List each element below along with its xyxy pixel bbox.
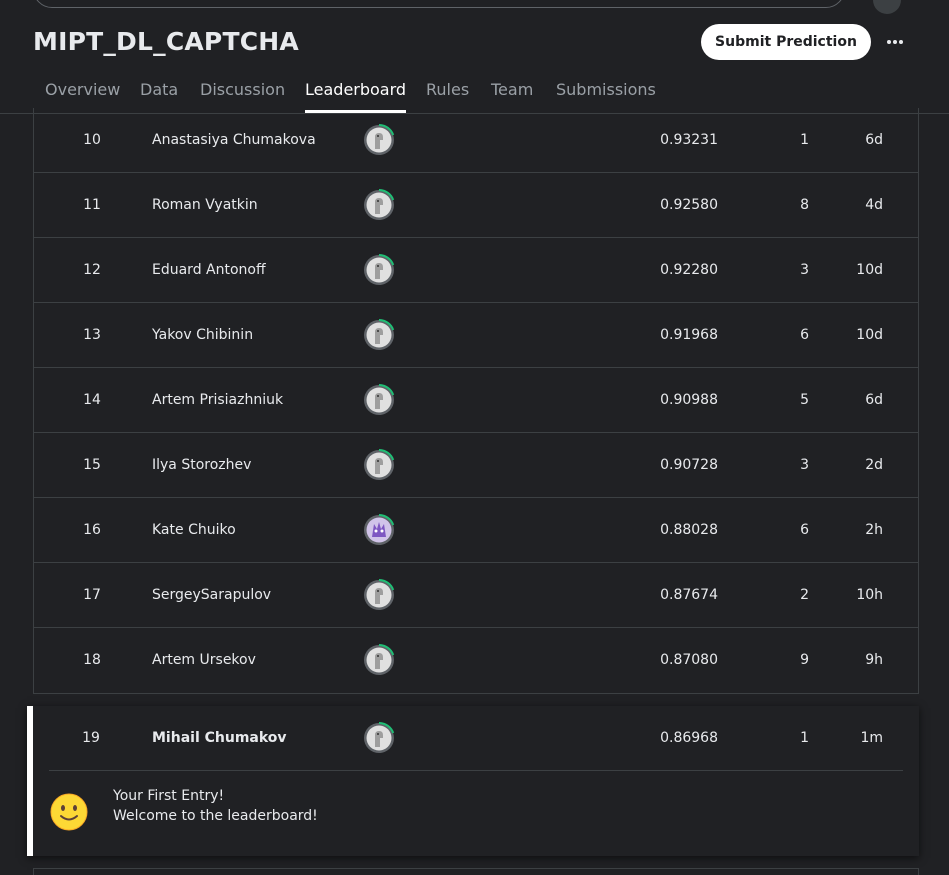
novice-avatar-icon[interactable]: [363, 319, 395, 351]
table-row: 17 SergeySarapulov 0.87674 2 10h: [34, 563, 918, 628]
leaderboard-table: 10 Anastasiya Chumakova 0.93231 1 6d 11 …: [33, 108, 919, 694]
rank-cell: 15: [83, 457, 101, 473]
my-entry-row: 19 Mihail Chumakov 0.86968 1 1m: [33, 706, 919, 770]
search-bar[interactable]: [33, 0, 845, 8]
last-submission-cell: 1m: [860, 730, 883, 746]
last-submission-cell: 6d: [865, 132, 883, 148]
score-cell: 0.88028: [660, 522, 718, 538]
rank-cell: 19: [82, 730, 100, 746]
rank-cell: 17: [83, 587, 101, 603]
rank-cell: 18: [83, 652, 101, 668]
table-row: 15 Ilya Storozhev 0.90728 3 2d: [34, 433, 918, 498]
table-row: 18 Artem Ursekov 0.87080 9 9h: [34, 628, 918, 693]
entries-cell: 1: [800, 730, 809, 746]
last-submission-cell: 4d: [865, 197, 883, 213]
team-name[interactable]: Roman Vyatkin: [152, 173, 352, 237]
smiley-face-icon: [50, 793, 88, 831]
team-name[interactable]: Eduard Antonoff: [152, 238, 352, 302]
next-row-edge: [33, 868, 919, 875]
last-submission-cell: 2d: [865, 457, 883, 473]
team-name[interactable]: Artem Prisiazhniuk: [152, 368, 352, 432]
team-name[interactable]: Kate Chuiko: [152, 498, 352, 562]
team-name[interactable]: Anastasiya Chumakova: [152, 108, 352, 172]
team-name[interactable]: Mihail Chumakov: [152, 706, 352, 770]
team-name[interactable]: Ilya Storozhev: [152, 433, 352, 497]
rank-cell: 10: [83, 132, 101, 148]
last-submission-cell: 6d: [865, 392, 883, 408]
team-name[interactable]: Yakov Chibinin: [152, 303, 352, 367]
table-row: 13 Yakov Chibinin 0.91968 6 10d: [34, 303, 918, 368]
entries-cell: 5: [800, 392, 809, 408]
novice-avatar-icon[interactable]: [363, 189, 395, 221]
competition-title: MIPT_DL_CAPTCHA: [33, 27, 299, 56]
entries-cell: 6: [800, 327, 809, 343]
table-row: 12 Eduard Antonoff 0.92280 3 10d: [34, 238, 918, 303]
novice-avatar-icon[interactable]: [363, 579, 395, 611]
rank-cell: 12: [83, 262, 101, 278]
score-cell: 0.91968: [660, 327, 718, 343]
submit-prediction-button[interactable]: Submit Prediction: [701, 24, 871, 60]
novice-avatar-icon[interactable]: [363, 644, 395, 676]
purple-avatar-icon[interactable]: [363, 514, 395, 546]
entries-cell: 3: [800, 457, 809, 473]
first-entry-subtitle: Welcome to the leaderboard!: [113, 808, 318, 824]
table-row: 16 Kate Chuiko 0.88028 6 2h: [34, 498, 918, 563]
entries-cell: 9: [800, 652, 809, 668]
last-submission-cell: 2h: [865, 522, 883, 538]
novice-avatar-icon[interactable]: [363, 124, 395, 156]
entries-cell: 3: [800, 262, 809, 278]
rank-cell: 13: [83, 327, 101, 343]
last-submission-cell: 10h: [856, 587, 883, 603]
novice-avatar-icon[interactable]: [363, 722, 395, 754]
first-entry-title: Your First Entry!: [113, 788, 225, 804]
team-name[interactable]: Artem Ursekov: [152, 628, 352, 692]
novice-avatar-icon[interactable]: [363, 254, 395, 286]
novice-avatar-icon[interactable]: [363, 384, 395, 416]
score-cell: 0.87080: [660, 652, 718, 668]
score-cell: 0.92280: [660, 262, 718, 278]
entries-cell: 1: [800, 132, 809, 148]
score-cell: 0.93231: [660, 132, 718, 148]
rank-cell: 11: [83, 197, 101, 213]
user-avatar[interactable]: [873, 0, 901, 14]
team-name[interactable]: SergeySarapulov: [152, 563, 352, 627]
last-submission-cell: 10d: [856, 327, 883, 343]
last-submission-cell: 10d: [856, 262, 883, 278]
score-cell: 0.90728: [660, 457, 718, 473]
entries-cell: 8: [800, 197, 809, 213]
score-cell: 0.92580: [660, 197, 718, 213]
divider: [49, 770, 903, 771]
score-cell: 0.86968: [660, 730, 718, 746]
score-cell: 0.90988: [660, 392, 718, 408]
rank-cell: 14: [83, 392, 101, 408]
last-submission-cell: 9h: [865, 652, 883, 668]
entries-cell: 2: [800, 587, 809, 603]
table-row: 10 Anastasiya Chumakova 0.93231 1 6d: [34, 108, 918, 173]
rank-cell: 16: [83, 522, 101, 538]
score-cell: 0.87674: [660, 587, 718, 603]
novice-avatar-icon[interactable]: [363, 449, 395, 481]
more-options-icon[interactable]: [880, 27, 910, 57]
table-row: 11 Roman Vyatkin 0.92580 8 4d: [34, 173, 918, 238]
table-row: 14 Artem Prisiazhniuk 0.90988 5 6d: [34, 368, 918, 433]
entries-cell: 6: [800, 522, 809, 538]
my-entry-card: 19 Mihail Chumakov 0.86968 1 1m Your Fir…: [27, 706, 919, 856]
